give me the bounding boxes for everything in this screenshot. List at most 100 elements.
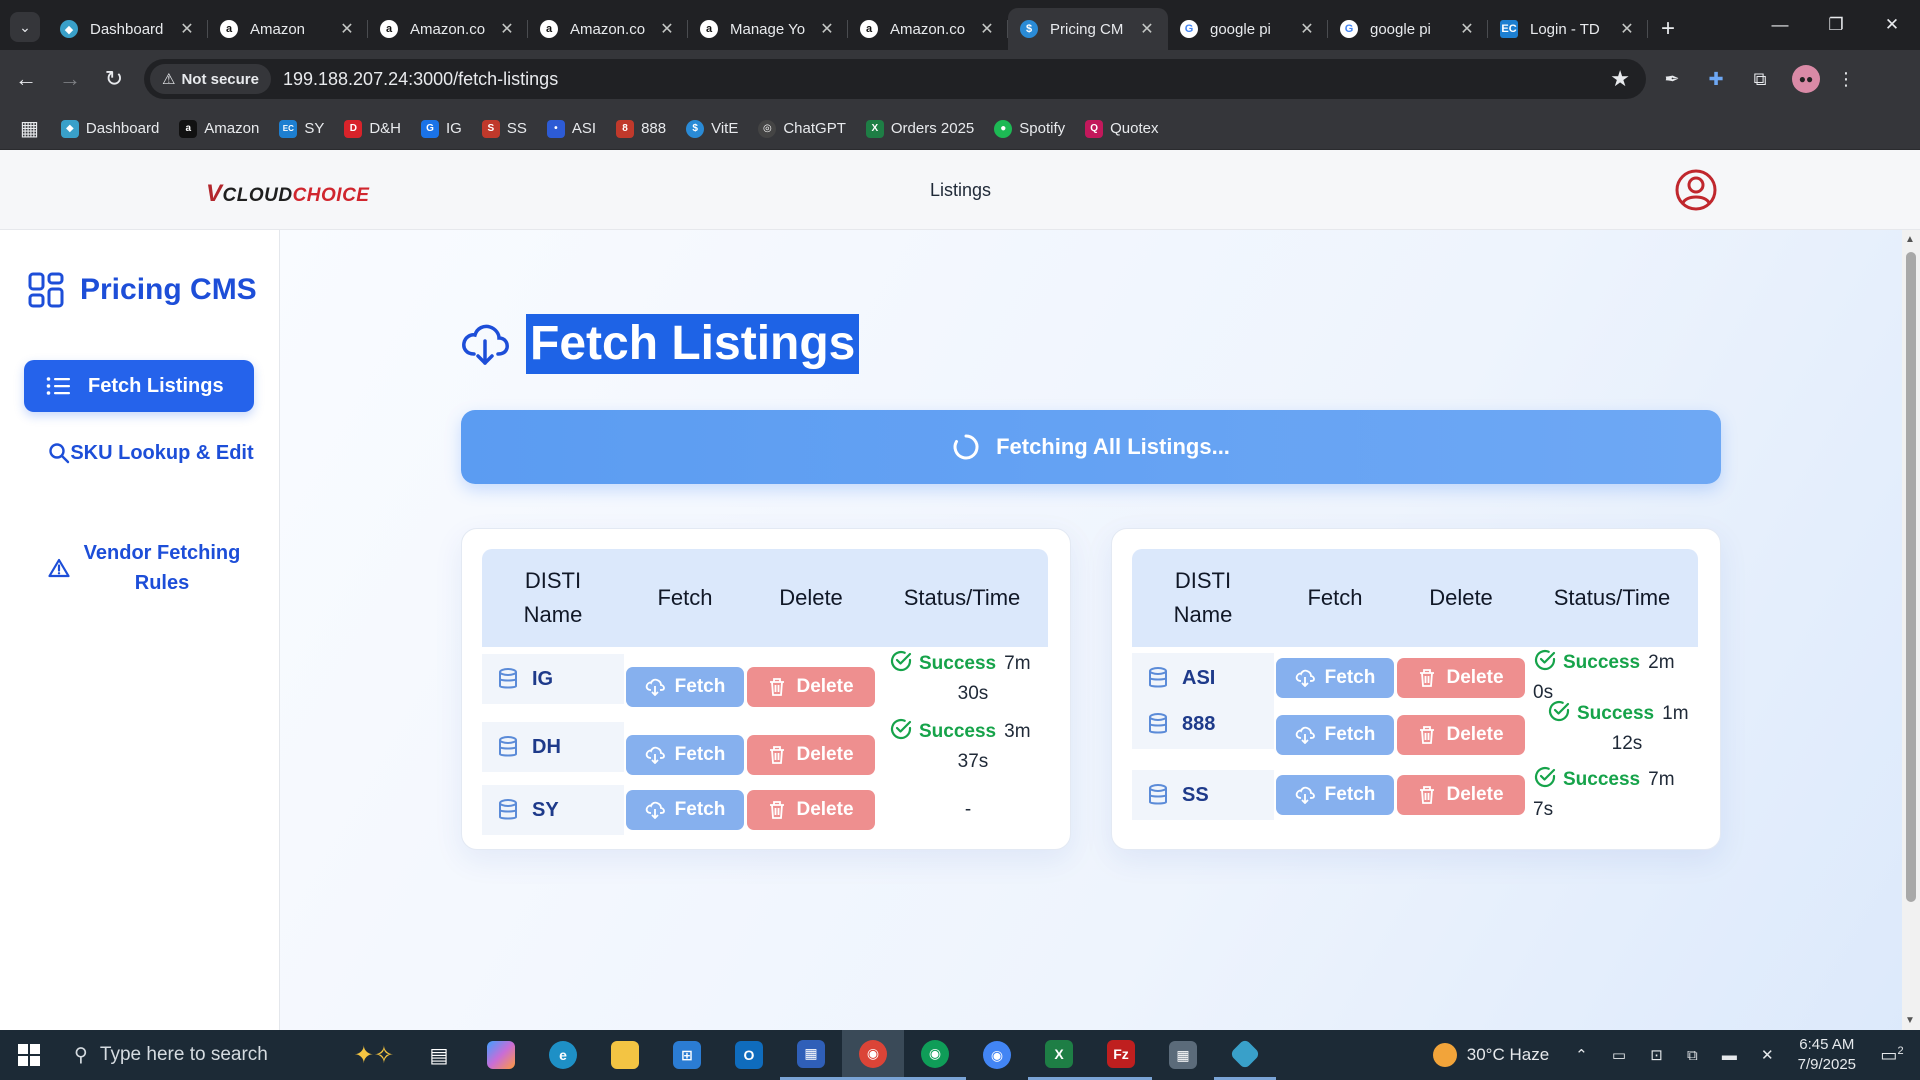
taskbar-app-edge[interactable]: e — [532, 1030, 594, 1080]
bookmark-star-icon[interactable]: ★ — [1610, 66, 1630, 92]
close-icon[interactable]: ✕ — [658, 19, 676, 39]
taskbar-app-chrome[interactable]: ◉ — [966, 1030, 1028, 1080]
task-view-button[interactable]: ▤ — [408, 1030, 470, 1080]
browser-tab[interactable]: Ggoogle pi ✕ — [1168, 8, 1328, 50]
url-text[interactable]: 199.188.207.24:3000/fetch-listings — [283, 69, 1610, 90]
minimize-button[interactable]: — — [1752, 0, 1808, 50]
browser-tab[interactable]: EC Login - TD ✕ — [1488, 8, 1648, 50]
extension-feather-icon[interactable]: ✒ — [1654, 61, 1690, 97]
bookmark-item[interactable]: ● Spotify — [994, 119, 1065, 138]
sidebar-item-sku-lookup[interactable]: SKU Lookup & Edit — [24, 438, 254, 468]
close-icon[interactable]: ✕ — [1458, 19, 1476, 39]
taskbar-app-excel[interactable]: X — [1028, 1030, 1090, 1080]
browser-tab[interactable]: a Amazon.co ✕ — [368, 8, 528, 50]
fetch-button[interactable]: Fetch — [1276, 658, 1394, 698]
weather-widget[interactable]: 30°C Haze — [1432, 1043, 1549, 1067]
back-button[interactable]: ← — [8, 61, 44, 97]
menu-kebab-icon[interactable]: ⋮ — [1828, 61, 1864, 97]
taskbar-app-diamond[interactable] — [1214, 1030, 1276, 1080]
scrollbar-thumb[interactable] — [1906, 252, 1916, 902]
close-icon[interactable]: ✕ — [1138, 19, 1156, 39]
sidebar-item-fetch-listings[interactable]: Fetch Listings — [24, 360, 254, 412]
apps-grid-icon[interactable]: ▦ — [20, 116, 39, 141]
taskbar-app-chrome-active[interactable]: ◉ — [842, 1030, 904, 1080]
close-icon[interactable]: ✕ — [178, 19, 196, 39]
delete-button[interactable]: Delete — [1397, 715, 1525, 755]
user-account-icon[interactable] — [1674, 168, 1718, 212]
profile-avatar[interactable]: ●● — [1792, 65, 1820, 93]
cloud-download-icon — [1295, 726, 1315, 744]
taskbar-app-calendar[interactable]: ▦ — [780, 1030, 842, 1080]
address-bar[interactable]: ⚠ Not secure 199.188.207.24:3000/fetch-li… — [144, 59, 1646, 99]
new-tab-button[interactable]: + — [1648, 8, 1688, 50]
extensions-icon[interactable]: ⧉ — [1742, 61, 1778, 97]
table-row: SY Fetch Delete - — [482, 785, 1048, 835]
delete-button[interactable]: Delete — [1397, 775, 1525, 815]
taskbar-app-chrome-profile[interactable]: ◉ — [904, 1030, 966, 1080]
browser-tab[interactable]: a Amazon ✕ — [208, 8, 368, 50]
delete-button[interactable]: Delete — [1397, 658, 1525, 698]
taskbar-app-filezilla[interactable]: Fz — [1090, 1030, 1152, 1080]
bookmark-item[interactable]: ◆ Dashboard — [60, 119, 159, 138]
bookmark-item[interactable]: ◎ ChatGPT — [758, 119, 846, 138]
start-button[interactable] — [0, 1030, 58, 1080]
bookmark-item[interactable]: 8 888 — [616, 119, 666, 138]
taskbar-clock[interactable]: 6:45 AM 7/9/2025 — [1798, 1035, 1856, 1075]
close-icon[interactable]: ✕ — [1618, 19, 1636, 39]
bookmark-item[interactable]: EC SY — [279, 119, 324, 138]
reload-button[interactable]: ↻ — [96, 61, 132, 97]
bookmark-item[interactable]: X Orders 2025 — [865, 119, 974, 138]
nav-link-listings[interactable]: Listings — [930, 180, 991, 201]
close-icon[interactable]: ✕ — [498, 19, 516, 39]
close-icon[interactable]: ✕ — [978, 19, 996, 39]
scroll-down-icon[interactable]: ▼ — [1905, 1015, 1915, 1026]
tab-search-button[interactable]: ⌄ — [10, 12, 40, 42]
browser-tab[interactable]: a Amazon.co ✕ — [848, 8, 1008, 50]
bookmark-item[interactable]: Q Quotex — [1085, 119, 1159, 138]
extension-puzzle-blue-icon[interactable]: ✚ — [1698, 61, 1734, 97]
security-chip[interactable]: ⚠ Not secure — [150, 64, 271, 94]
browser-tab-active[interactable]: $ Pricing CM ✕ — [1008, 8, 1168, 50]
close-window-button[interactable]: ✕ — [1864, 0, 1920, 50]
page-scrollbar[interactable]: ▲ ▼ — [1902, 230, 1920, 1030]
fetch-button[interactable]: Fetch — [626, 735, 744, 775]
forward-button[interactable]: → — [52, 61, 88, 97]
fetch-button[interactable]: Fetch — [626, 667, 744, 707]
bookmark-item[interactable]: • ASI — [546, 119, 596, 138]
browser-tab[interactable]: ◆ Dashboard ✕ — [48, 8, 208, 50]
notification-center-button[interactable]: ▭2 — [1872, 1045, 1912, 1066]
taskbar-app-calculator[interactable]: ▦ — [1152, 1030, 1214, 1080]
fetch-button[interactable]: Fetch — [626, 790, 744, 830]
scroll-up-icon[interactable]: ▲ — [1905, 234, 1915, 245]
calendar-icon: ▦ — [797, 1039, 825, 1068]
delete-button[interactable]: Delete — [747, 790, 875, 830]
fetch-all-button[interactable]: Fetching All Listings... — [461, 410, 1721, 484]
sidebar-item-vendor-rules[interactable]: Vendor Fetching Rules — [24, 538, 254, 598]
taskbar-app-copilot[interactable] — [470, 1030, 532, 1080]
delete-button[interactable]: Delete — [747, 735, 875, 775]
bookmark-item[interactable]: a Amazon — [179, 119, 259, 138]
browser-tab[interactable]: a Manage Yo ✕ — [688, 8, 848, 50]
sidebar-item-label: Vendor Fetching Rules — [83, 542, 241, 594]
taskbar-app-store[interactable]: ⊞ — [656, 1030, 718, 1080]
delete-button[interactable]: Delete — [747, 667, 875, 707]
close-icon[interactable]: ✕ — [338, 19, 356, 39]
browser-tab[interactable]: a Amazon.co ✕ — [528, 8, 688, 50]
restore-button[interactable]: ❐ — [1808, 0, 1864, 50]
browser-tab[interactable]: Ggoogle pi ✕ — [1328, 8, 1488, 50]
close-icon[interactable]: ✕ — [1298, 19, 1316, 39]
taskbar-app-file-explorer[interactable] — [594, 1030, 656, 1080]
bookmark-item[interactable]: G IG — [421, 119, 462, 138]
vcloudchoice-logo[interactable]: VCLOUDCHOICE — [206, 180, 369, 208]
bookmark-item[interactable]: D D&H — [344, 119, 401, 138]
bookmark-item[interactable]: S SS — [481, 119, 527, 138]
taskbar-search[interactable]: ⚲ Type here to search ✦✧ — [58, 1030, 408, 1080]
taskbar-app-outlook[interactable]: O — [718, 1030, 780, 1080]
browser-toolbar: ← → ↻ ⚠ Not secure 199.188.207.24:3000/fe… — [0, 50, 1920, 108]
close-icon[interactable]: ✕ — [818, 19, 836, 39]
tray-icons[interactable]: ⌃ ▭ ⊡ ⧉ ▬ ✕ — [1575, 1046, 1783, 1064]
bookmark-item[interactable]: $ VitE — [686, 119, 738, 138]
fetch-button[interactable]: Fetch — [1276, 715, 1394, 755]
fetch-button[interactable]: Fetch — [1276, 775, 1394, 815]
filezilla-icon: Fz — [1107, 1039, 1135, 1068]
